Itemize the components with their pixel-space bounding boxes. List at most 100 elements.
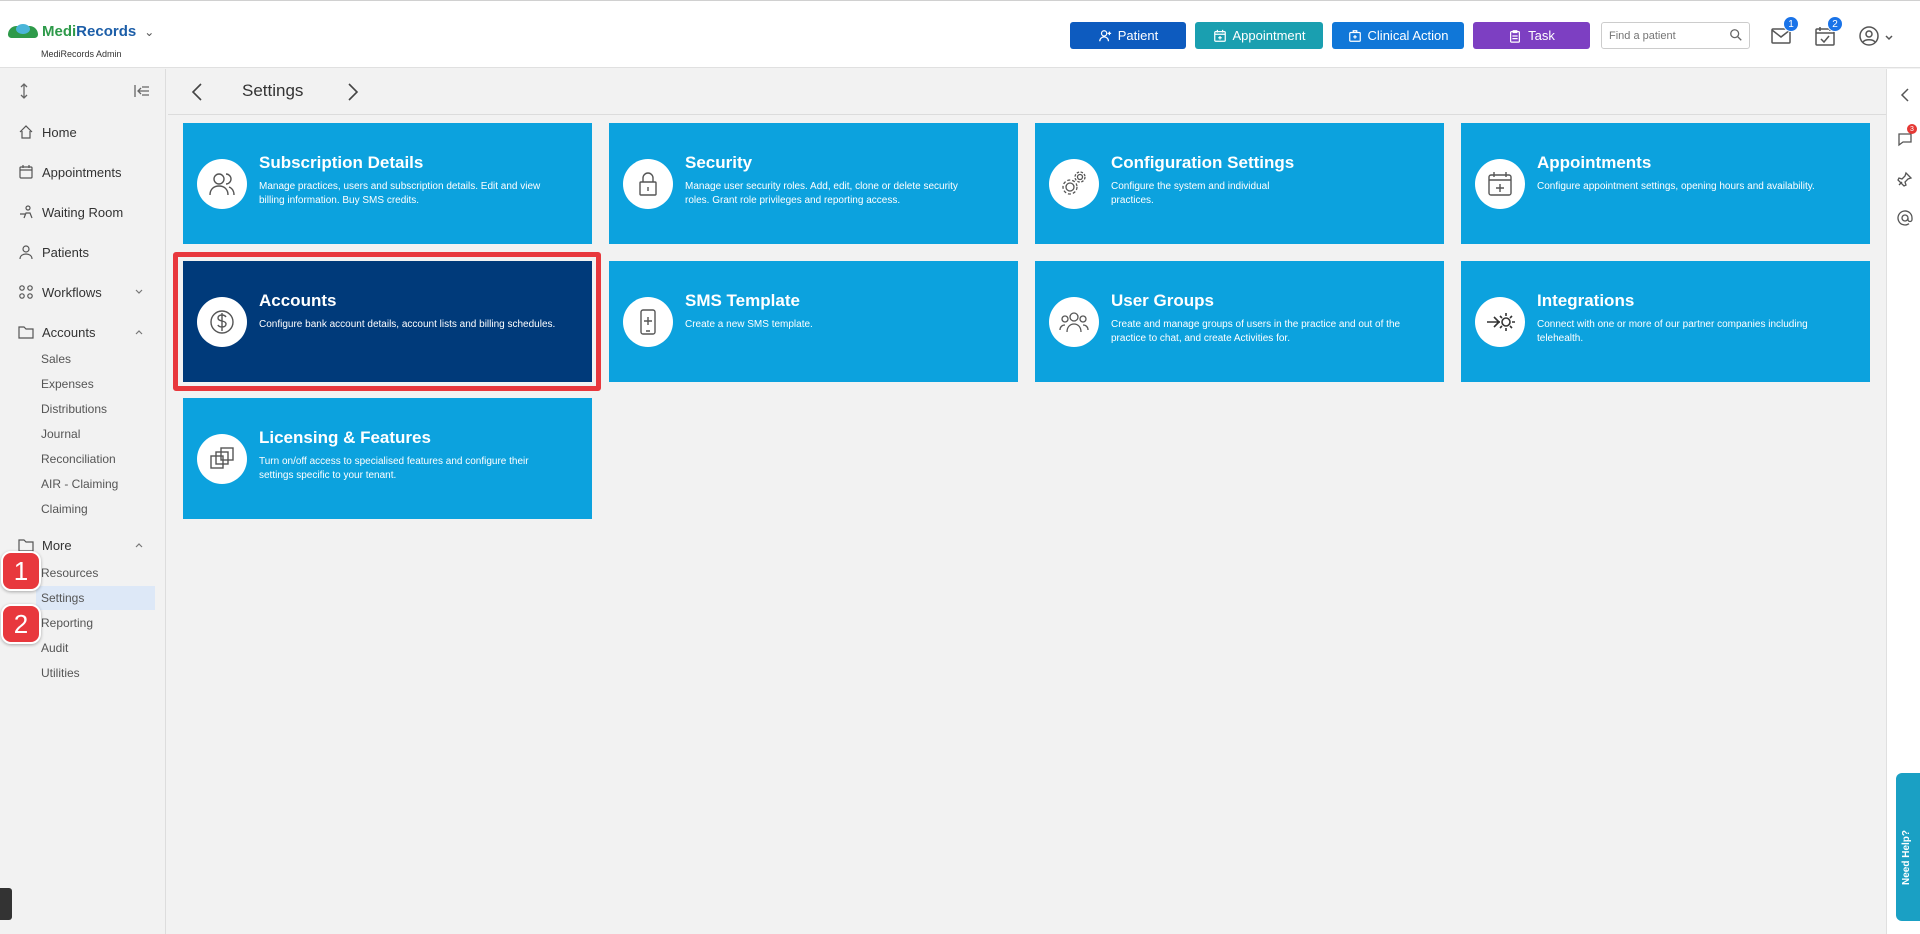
cloud-logo-icon [8,23,38,40]
sidebar-subitem-audit[interactable]: Audit [41,639,155,657]
tile-user-groups[interactable]: User Groups Create and manage groups of … [1035,261,1444,382]
sidebar-subitem-reconciliation[interactable]: Reconciliation [41,450,155,468]
sidebar-item-label: More [42,537,72,553]
collapse-sidebar-icon[interactable] [134,84,150,98]
tile-description: Connect with one or more of our partner … [1537,319,1808,344]
patient-button-label: Patient [1117,28,1159,43]
sidebar-subitem-claiming[interactable]: Claiming [41,500,155,518]
tile-licensing-features[interactable]: Licensing & Features Turn on/off access … [183,398,592,519]
sidebar-subitem-reporting[interactable]: Reporting [41,614,155,632]
sidebar-item-label: Home [42,124,77,140]
chevron-left-icon[interactable] [1897,87,1913,103]
mail-button[interactable]: 1 [1770,16,1799,47]
chevron-down-icon [135,289,143,294]
sidebar-item-appointments[interactable]: Appointments [18,162,156,182]
chevron-down-icon [1885,35,1893,41]
user-menu[interactable] [1858,25,1894,47]
highlight-box [173,252,601,391]
workflow-icon [19,285,33,299]
mobile-add-icon [623,297,673,347]
need-help-tab[interactable]: Need Help? [1896,773,1920,921]
tile-description: Create a new SMS template. [685,319,813,330]
calendar-icon [19,165,33,179]
sidebar-item-more[interactable]: More [18,535,156,555]
sidebar-subitem-sales[interactable]: Sales [41,350,155,368]
step-marker-2: 2 [1,604,41,644]
step-marker-1: 1 [1,551,41,591]
tile-title: Security [685,153,753,172]
sidebar-item-patients[interactable]: Patients [18,242,156,262]
need-help-label: Need Help? [1901,829,1912,885]
chat-badge: 3 [1907,124,1917,134]
integration-gear-icon [1475,297,1525,347]
sidebar: Home Appointments Waiting Room Patients … [0,69,166,934]
sidebar-subitem-expenses[interactable]: Expenses [41,375,155,393]
tile-description: Turn on/off access to specialised featur… [259,456,529,481]
sidebar-subitem-air-claiming[interactable]: AIR - Claiming [41,475,155,493]
tasks-button[interactable]: 2 [1814,16,1843,47]
user-group-icon [1049,297,1099,347]
brand-name-part1: Medi [42,23,77,40]
patient-button[interactable]: Patient [1070,22,1186,49]
user-circle-icon [1859,26,1879,46]
search-icon[interactable] [1729,28,1743,42]
brand-logo[interactable]: MediRecords ⌄ [8,23,154,40]
add-person-icon [1098,29,1111,41]
expand-vertical-icon[interactable] [18,83,30,99]
appointment-button[interactable]: Appointment [1195,22,1323,49]
brand-subtitle: MediRecords Admin [41,49,122,59]
tile-title: SMS Template [685,291,800,310]
sidebar-item-waiting-room[interactable]: Waiting Room [18,202,156,222]
sidebar-item-accounts[interactable]: Accounts [18,322,156,342]
tile-title: Appointments [1537,153,1652,172]
search-input[interactable] [1602,23,1722,48]
appointment-button-label: Appointment [1232,28,1306,43]
sidebar-subitem-resources[interactable]: Resources [41,564,155,582]
brand-name: MediRecords [42,23,136,40]
sidebar-item-label: Patients [42,244,89,260]
tile-subscription-details[interactable]: Subscription Details Manage practices, u… [183,123,592,244]
task-button-label: Task [1528,28,1555,43]
sidebar-item-home[interactable]: Home [18,122,156,142]
pin-icon[interactable] [1897,171,1913,187]
sidebar-item-workflows[interactable]: Workflows [18,282,156,302]
tile-integrations[interactable]: Integrations Connect with one or more of… [1461,261,1870,382]
clinical-action-button[interactable]: Clinical Action [1332,22,1464,49]
users-icon [197,159,247,209]
tile-configuration-settings[interactable]: Configuration Settings Configure the sys… [1035,123,1444,244]
chevron-down-icon[interactable]: ⌄ [144,25,154,39]
tile-sms-template[interactable]: SMS Template Create a new SMS template. [609,261,1018,382]
tile-appointments[interactable]: Appointments Configure appointment setti… [1461,123,1870,244]
side-drawer-tab[interactable] [0,888,12,920]
breadcrumb: Settings [168,69,1886,115]
tile-description: Manage user security roles. Add, edit, c… [685,181,958,206]
patients-icon [19,245,33,260]
sidebar-subitem-settings[interactable]: Settings [36,586,155,610]
sidebar-subitem-utilities[interactable]: Utilities [41,664,155,682]
chevron-left-icon[interactable] [190,82,204,102]
tile-title: Integrations [1537,291,1635,310]
top-header: MediRecords ⌄ MediRecords Admin Patient … [0,0,1920,68]
task-button[interactable]: Task [1473,22,1590,49]
sidebar-subitem-journal[interactable]: Journal [41,425,155,443]
chevron-right-icon[interactable] [346,82,360,102]
tile-description: Create and manage groups of users in the… [1111,319,1401,344]
tile-security[interactable]: Security Manage user security roles. Add… [609,123,1018,244]
patient-search[interactable] [1601,22,1750,49]
sidebar-item-label: Waiting Room [42,204,124,220]
lock-icon [623,159,673,209]
gears-icon [1049,159,1099,209]
home-icon [19,125,33,139]
users-waiting-icon [20,205,33,219]
at-sign-icon[interactable] [1897,210,1913,226]
folder-icon [18,326,34,339]
tile-title: Configuration Settings [1111,153,1295,172]
chevron-up-icon [135,543,143,548]
tile-description: Configure the system and individual prac… [1111,181,1270,206]
brand-name-part2: Records [76,23,137,40]
calendar-add-icon [1213,29,1226,42]
sidebar-subitem-distributions[interactable]: Distributions [41,400,155,418]
calendar-add-icon [1475,159,1525,209]
medical-case-icon [1348,29,1361,42]
sidebar-item-label: Appointments [42,164,122,180]
